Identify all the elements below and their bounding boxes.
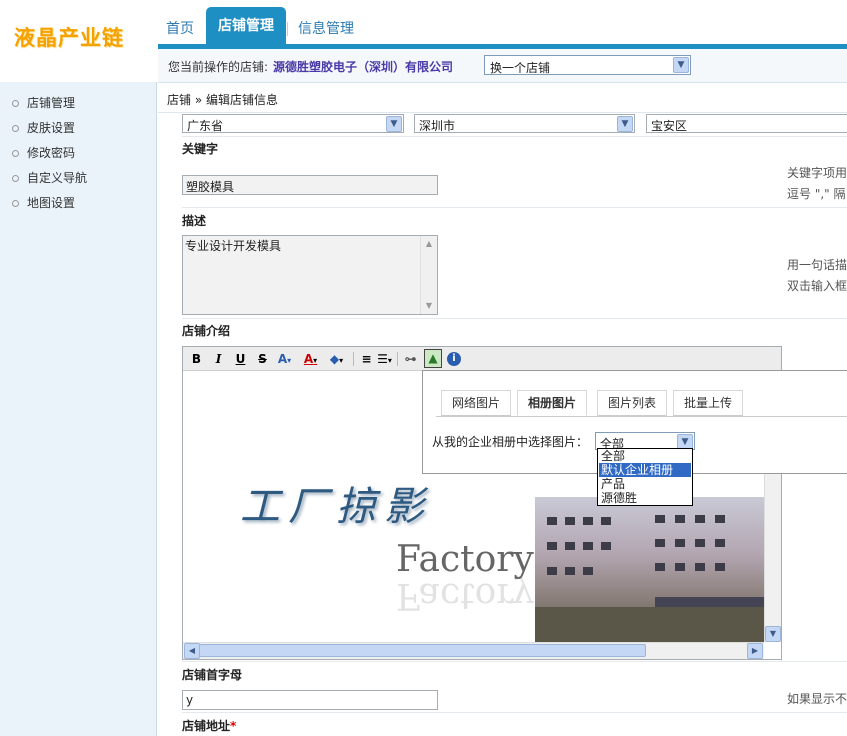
sidebar-item-label: 修改密码 <box>27 146 76 160</box>
scroll-up-icon[interactable]: ▲ <box>421 236 437 252</box>
tab-underline <box>436 416 847 417</box>
scroll-right-icon[interactable]: ▶ <box>747 643 763 659</box>
bullet-icon <box>12 100 19 107</box>
scroll-left-icon[interactable]: ◀ <box>184 643 200 659</box>
current-shop-label: 您当前操作的店铺: <box>168 60 269 74</box>
tab-home[interactable]: 首页 <box>158 16 202 44</box>
highlight-icon[interactable]: ◆▾ <box>328 351 345 367</box>
underline-icon[interactable]: U <box>232 351 249 367</box>
album-option[interactable]: 产品 <box>599 477 691 491</box>
factory-photo <box>535 497 764 642</box>
initial-input[interactable]: y <box>182 690 438 710</box>
row-divider <box>182 712 847 713</box>
tab-web-image[interactable]: 网络图片 <box>441 390 512 416</box>
sidebar-item-label: 自定义导航 <box>27 171 88 185</box>
factory-title-en: Factory <box>396 539 534 580</box>
description-hint-2: 双击输入框 <box>787 279 847 293</box>
keywords-input[interactable]: 塑胶模具 <box>182 175 438 195</box>
site-logo[interactable]: 液晶产业链 <box>14 22 124 52</box>
scroll-down-icon[interactable]: ▼ <box>421 298 437 314</box>
row-divider <box>182 318 847 319</box>
factory-title-cn: 工厂掠影 <box>240 484 432 530</box>
album-option-highlighted[interactable]: 默认企业相册 <box>599 463 691 477</box>
current-shop-name: 源德胜塑胶电子（深圳）有限公司 <box>273 60 454 74</box>
address-label-text: 店铺地址 <box>182 719 231 733</box>
bullet-icon <box>12 200 19 207</box>
district-select[interactable]: 宝安区 <box>646 114 847 133</box>
align-icon[interactable]: ≡ <box>358 351 375 367</box>
factory-title-reflection: Factory <box>396 575 534 616</box>
address-label: 店铺地址* <box>182 717 236 734</box>
keywords-hint: 关键字项用 <box>787 166 847 180</box>
chevron-down-icon[interactable]: ▼ <box>386 116 402 132</box>
font-size-icon[interactable]: A▾ <box>276 351 293 367</box>
toolbar-separator <box>353 352 354 366</box>
sidebar-item-password[interactable]: 修改密码 <box>12 143 75 163</box>
city-value: 深圳市 <box>419 119 456 133</box>
list-icon[interactable]: ☰▾ <box>376 351 393 367</box>
description-value: 专业设计开发模具 <box>185 239 282 253</box>
album-option[interactable]: 源德胜 <box>599 491 691 505</box>
scroll-down-icon[interactable]: ▼ <box>765 626 781 642</box>
chevron-down-icon[interactable]: ▼ <box>617 116 633 132</box>
province-value: 广东省 <box>187 119 224 133</box>
breadcrumb: 店铺 » 编辑店铺信息 <box>158 87 847 113</box>
row-divider <box>182 136 847 137</box>
initial-hint: 如果显示不 <box>787 692 847 706</box>
album-options-list: 全部 默认企业相册 产品 源德胜 <box>597 448 693 506</box>
toolbar-separator <box>397 352 398 366</box>
italic-icon[interactable]: I <box>210 351 227 367</box>
font-color-icon[interactable]: A▾ <box>302 351 319 367</box>
link-icon[interactable]: ⊶ <box>402 351 419 367</box>
bullet-icon <box>12 150 19 157</box>
image-icon[interactable]: ▲ <box>424 349 442 368</box>
sidebar-item-map[interactable]: 地图设置 <box>12 193 75 213</box>
sidebar-item-label: 皮肤设置 <box>27 121 76 135</box>
province-select[interactable]: 广东省 ▼ <box>182 114 404 133</box>
switch-shop-select[interactable]: 换一个店铺 ▼ <box>484 55 691 75</box>
textarea-scrollbar[interactable]: ▲ ▼ <box>420 236 437 314</box>
intro-label: 店铺介绍 <box>182 324 231 338</box>
description-label: 描述 <box>182 214 207 228</box>
sidebar-item-skin[interactable]: 皮肤设置 <box>12 118 75 138</box>
initial-label: 店铺首字母 <box>182 668 243 682</box>
bullet-icon <box>12 175 19 182</box>
sidebar-item-label: 地图设置 <box>27 196 76 210</box>
album-option[interactable]: 全部 <box>599 449 691 463</box>
chevron-down-icon[interactable]: ▼ <box>673 57 689 73</box>
tab-album-image[interactable]: 相册图片 <box>517 390 588 416</box>
info-icon[interactable]: i <box>447 352 461 366</box>
tab-batch-upload[interactable]: 批量上传 <box>673 390 744 416</box>
row-divider <box>182 661 847 662</box>
strikethrough-icon[interactable]: S <box>254 351 271 367</box>
nav-divider <box>287 22 288 36</box>
keywords-hint-2: 逗号 "," 隔 <box>787 187 846 201</box>
bold-icon[interactable]: B <box>188 351 205 367</box>
required-mark: * <box>230 719 237 733</box>
keywords-label: 关键字 <box>182 142 219 156</box>
tab-image-list[interactable]: 图片列表 <box>597 390 668 416</box>
row-divider <box>182 207 847 208</box>
description-textarea[interactable]: 专业设计开发模具 ▲ ▼ <box>182 235 438 315</box>
description-hint: 用一句话描 <box>787 258 847 272</box>
sidebar-item-custom-nav[interactable]: 自定义导航 <box>12 168 87 188</box>
switch-shop-value: 换一个店铺 <box>490 61 551 75</box>
sidebar-item-label: 店铺管理 <box>27 96 76 110</box>
district-value: 宝安区 <box>651 119 688 133</box>
editor-toolbar: B I U S A▾ A▾ ◆▾ ≡ ☰▾ ⊶ ▲ i <box>183 347 781 371</box>
sidebar-item-shop[interactable]: 店铺管理 <box>12 93 75 113</box>
city-select[interactable]: 深圳市 ▼ <box>414 114 635 133</box>
tab-info-management[interactable]: 信息管理 <box>290 16 362 44</box>
horizontal-scroll-thumb[interactable] <box>199 644 646 657</box>
album-select-label: 从我的企业相册中选择图片： <box>432 435 589 449</box>
bullet-icon <box>12 125 19 132</box>
tab-shop-management[interactable]: 店铺管理 <box>206 7 286 44</box>
